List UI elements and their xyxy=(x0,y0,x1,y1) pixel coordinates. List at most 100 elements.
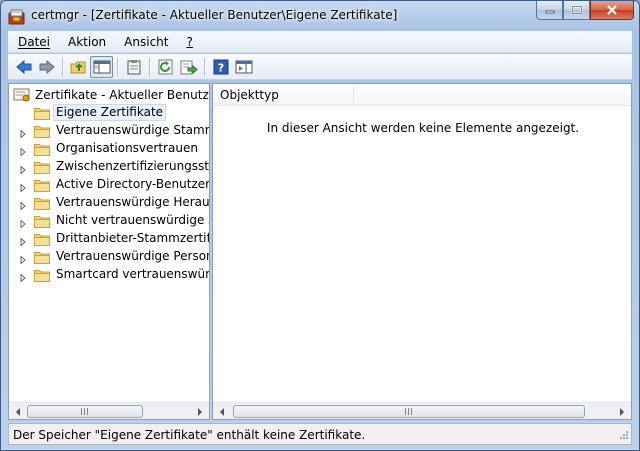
maximize-icon xyxy=(571,5,582,15)
tree-item-label: Eigene Zertifikate xyxy=(53,104,167,121)
expand-arrow-icon[interactable] xyxy=(19,217,27,229)
tree-item[interactable]: Nicht vertrauenswürdige Zert xyxy=(9,212,209,230)
tree-item[interactable]: Zwischenzertifizierungssteller xyxy=(9,158,210,176)
folder-icon xyxy=(34,142,50,156)
tree-horizontal-scrollbar[interactable] xyxy=(9,402,209,419)
folder-icon xyxy=(34,232,50,246)
status-text: Der Speicher "Eigene Zertifikate" enthäl… xyxy=(13,428,366,442)
expand-arrow-icon[interactable] xyxy=(19,145,27,157)
scroll-thumb[interactable] xyxy=(233,405,585,418)
list-horizontal-scrollbar[interactable] xyxy=(213,402,631,419)
tree-item-label: Drittanbieter-Stammzertifizie xyxy=(56,231,210,245)
tree-item[interactable]: Vertrauenswürdige Personen xyxy=(9,248,209,266)
minimize-icon xyxy=(545,10,554,14)
toolbar: ? xyxy=(8,54,632,80)
forward-arrow-icon xyxy=(39,59,55,74)
close-button[interactable] xyxy=(590,1,634,20)
grip-icon xyxy=(405,408,413,415)
caption-buttons xyxy=(536,1,634,21)
window-title: certmgr - [Zertifikate - Aktueller Benut… xyxy=(31,8,398,22)
tree-item-label: Vertrauenswürdige Stammzer xyxy=(56,123,209,137)
help-button[interactable]: ? xyxy=(209,56,232,78)
console-tree[interactable]: Zertifikate - Aktueller Benutzer Eigene … xyxy=(8,83,210,420)
toolbar-separator xyxy=(149,57,150,76)
menu-bar: Datei Aktion Ansicht ? xyxy=(8,31,632,53)
certificate-store-icon xyxy=(13,88,30,102)
expand-arrow-icon[interactable] xyxy=(19,253,27,265)
export-list-button[interactable] xyxy=(177,56,200,78)
toolbar-separator xyxy=(62,57,63,76)
expand-arrow-icon[interactable] xyxy=(19,235,27,247)
tree-item-label: Vertrauenswürdige Personen xyxy=(56,249,209,263)
tree-item[interactable]: Vertrauenswürdige Herausge xyxy=(9,194,210,212)
folder-icon xyxy=(34,160,50,174)
column-header: Objekttyp xyxy=(213,84,631,106)
scroll-right-arrow-icon[interactable] xyxy=(614,405,630,418)
expand-arrow-icon[interactable] xyxy=(19,199,27,211)
close-icon xyxy=(607,5,617,15)
expand-arrow-icon[interactable] xyxy=(19,163,27,175)
folder-icon xyxy=(34,124,50,138)
minimize-button[interactable] xyxy=(536,1,563,20)
action-pane-icon xyxy=(235,60,252,73)
tree-item-label: Organisationsvertrauen xyxy=(56,141,198,155)
action-pane-button[interactable] xyxy=(232,56,255,78)
toolbar-separator xyxy=(204,57,205,76)
clipboard-icon xyxy=(127,59,140,74)
tree-item-label: Smartcard vertrauenswürdige xyxy=(56,267,210,281)
refresh-button[interactable] xyxy=(154,56,177,78)
tree-item[interactable]: Vertrauenswürdige Stammzer xyxy=(9,122,209,140)
expand-arrow-icon[interactable] xyxy=(19,271,27,283)
scroll-right-arrow-icon[interactable] xyxy=(192,405,208,418)
show-hide-tree-button[interactable] xyxy=(90,55,113,78)
expand-arrow-icon[interactable] xyxy=(19,181,27,193)
grip-icon xyxy=(81,408,89,415)
back-arrow-icon xyxy=(15,59,31,74)
tree-item-label: Vertrauenswürdige Herausge xyxy=(56,195,210,209)
folder-icon xyxy=(34,178,50,192)
svg-text:?: ? xyxy=(217,61,223,74)
help-icon: ? xyxy=(213,59,228,74)
show-tree-icon xyxy=(93,60,110,73)
tree-item[interactable]: Active Directory-Benutzerobj xyxy=(9,176,210,194)
toolbar-separator xyxy=(117,57,118,76)
folder-icon xyxy=(34,106,50,120)
certmgr-icon xyxy=(8,8,25,25)
folder-icon xyxy=(34,250,50,264)
title-bar[interactable]: certmgr - [Zertifikate - Aktueller Benut… xyxy=(1,1,639,31)
refresh-icon xyxy=(158,59,172,74)
maximize-button[interactable] xyxy=(563,1,590,20)
tree-item-label: Zwischenzertifizierungssteller xyxy=(56,159,210,173)
tree-item[interactable]: Smartcard vertrauenswürdige xyxy=(9,266,210,284)
tree-item-eigene-zertifikate[interactable]: Eigene Zertifikate xyxy=(9,104,209,122)
column-divider[interactable] xyxy=(353,86,354,104)
folder-icon xyxy=(34,214,50,228)
result-pane[interactable]: Objekttyp In dieser Ansicht werden keine… xyxy=(212,83,632,420)
forward-button[interactable] xyxy=(35,56,58,78)
empty-list-message: In dieser Ansicht werden keine Elemente … xyxy=(266,121,580,135)
back-button[interactable] xyxy=(12,56,35,78)
expand-arrow-icon[interactable] xyxy=(19,127,27,139)
scroll-thumb[interactable] xyxy=(27,405,143,418)
tree-root-label: Zertifikate - Aktueller Benutzer xyxy=(35,88,210,102)
menu-help[interactable]: ? xyxy=(176,35,200,49)
column-objekttyp[interactable]: Objekttyp xyxy=(220,88,279,102)
up-button[interactable] xyxy=(67,56,90,78)
folder-icon xyxy=(34,268,50,282)
scroll-left-arrow-icon[interactable] xyxy=(10,405,26,418)
menu-ansicht[interactable]: Ansicht xyxy=(114,35,176,49)
resize-grip-icon[interactable] xyxy=(617,430,629,442)
tree-root[interactable]: Zertifikate - Aktueller Benutzer xyxy=(13,87,210,103)
tree-item-label: Nicht vertrauenswürdige Zert xyxy=(56,213,209,227)
up-folder-icon xyxy=(70,61,85,73)
tree-item-label: Active Directory-Benutzerobj xyxy=(56,177,210,191)
export-list-icon xyxy=(180,60,198,74)
tree-item[interactable]: Drittanbieter-Stammzertifizie xyxy=(9,230,210,248)
tree-item[interactable]: Organisationsvertrauen xyxy=(9,140,209,158)
folder-icon xyxy=(34,196,50,210)
status-bar: Der Speicher "Eigene Zertifikate" enthäl… xyxy=(8,423,632,445)
menu-datei[interactable]: Datei xyxy=(8,35,58,49)
menu-aktion[interactable]: Aktion xyxy=(58,35,114,49)
scroll-left-arrow-icon[interactable] xyxy=(214,405,230,418)
properties-button[interactable] xyxy=(122,56,145,78)
